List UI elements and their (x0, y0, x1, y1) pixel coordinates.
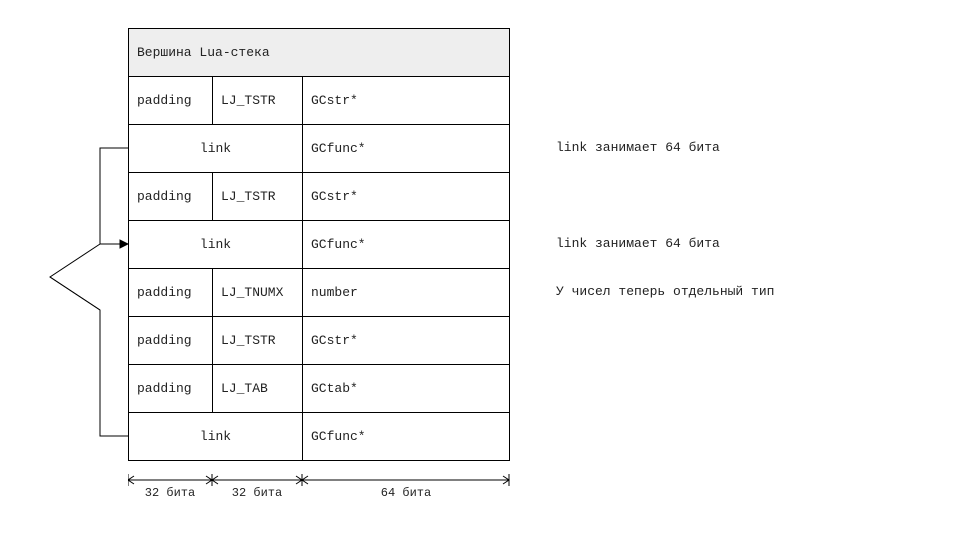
cell-col3: GCfunc* (303, 413, 509, 460)
cell-col1: padding (129, 365, 213, 412)
table-row: padding LJ_TSTR GCstr* (129, 317, 509, 365)
row-annotation: link занимает 64 бита (556, 140, 720, 155)
row-annotation: link занимает 64 бита (556, 236, 720, 251)
cell-col2: LJ_TNUMX (213, 269, 303, 316)
cell-col2: LJ_TSTR (213, 317, 303, 364)
cell-col2: LJ_TSTR (213, 77, 303, 124)
cell-col3: GCstr* (303, 173, 509, 220)
cell-link: link (129, 221, 303, 268)
cell-col3: GCfunc* (303, 221, 509, 268)
cell-col1: padding (129, 173, 213, 220)
table-row: padding LJ_TAB GCtab* (129, 365, 509, 413)
ruler-label-col2: 32 бита (232, 486, 282, 500)
table-row: link GCfunc* (129, 413, 509, 461)
table-row: padding LJ_TSTR GCstr* (129, 77, 509, 125)
ruler-label-col1: 32 бита (145, 486, 195, 500)
cell-col3: GCfunc* (303, 125, 509, 172)
table-row: padding LJ_TSTR GCstr* (129, 173, 509, 221)
table-row: link GCfunc* (129, 221, 509, 269)
diagram-stage: Вершина Lua-стека padding LJ_TSTR GCstr*… (0, 0, 960, 540)
cell-col3: GCstr* (303, 317, 509, 364)
table-header-row: Вершина Lua-стека (129, 29, 509, 77)
table-row: padding LJ_TNUMX number (129, 269, 509, 317)
cell-link: link (129, 413, 303, 460)
stack-table: Вершина Lua-стека padding LJ_TSTR GCstr*… (128, 28, 510, 461)
cell-col1: padding (129, 269, 213, 316)
cell-col3: number (303, 269, 509, 316)
cell-col1: padding (129, 77, 213, 124)
cell-col3: GCtab* (303, 365, 509, 412)
cell-link: link (129, 125, 303, 172)
cell-col1: padding (129, 317, 213, 364)
table-header: Вершина Lua-стека (129, 29, 509, 76)
ruler-label-col3: 64 бита (381, 486, 431, 500)
cell-col2: LJ_TSTR (213, 173, 303, 220)
cell-col2: LJ_TAB (213, 365, 303, 412)
row-annotation: У чисел теперь отдельный тип (556, 284, 774, 299)
cell-col3: GCstr* (303, 77, 509, 124)
column-width-ruler: 32 бита 32 бита 64 бита (128, 472, 510, 508)
table-row: link GCfunc* (129, 125, 509, 173)
